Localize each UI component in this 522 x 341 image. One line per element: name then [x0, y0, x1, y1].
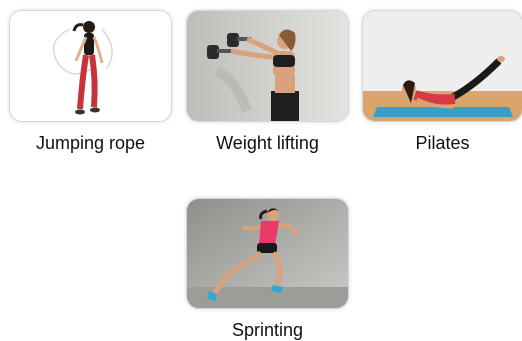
sprinting-photo [187, 199, 348, 308]
caption-sprinting: Sprinting [231, 320, 304, 340]
weight-lifting-photo [187, 11, 348, 121]
pilates-photo [363, 11, 522, 121]
caption-weight-lifting: Weight lifting [216, 133, 319, 153]
caption-jumping-rope: Jumping rope [35, 133, 146, 153]
jumping-rope-photo [10, 11, 171, 121]
exercise-card-weight-lifting[interactable] [187, 11, 348, 121]
exercise-card-jumping-rope[interactable] [10, 11, 171, 121]
caption-pilates: Pilates [415, 133, 470, 153]
exercise-card-sprinting[interactable] [187, 199, 348, 308]
exercise-card-pilates[interactable] [363, 11, 522, 121]
